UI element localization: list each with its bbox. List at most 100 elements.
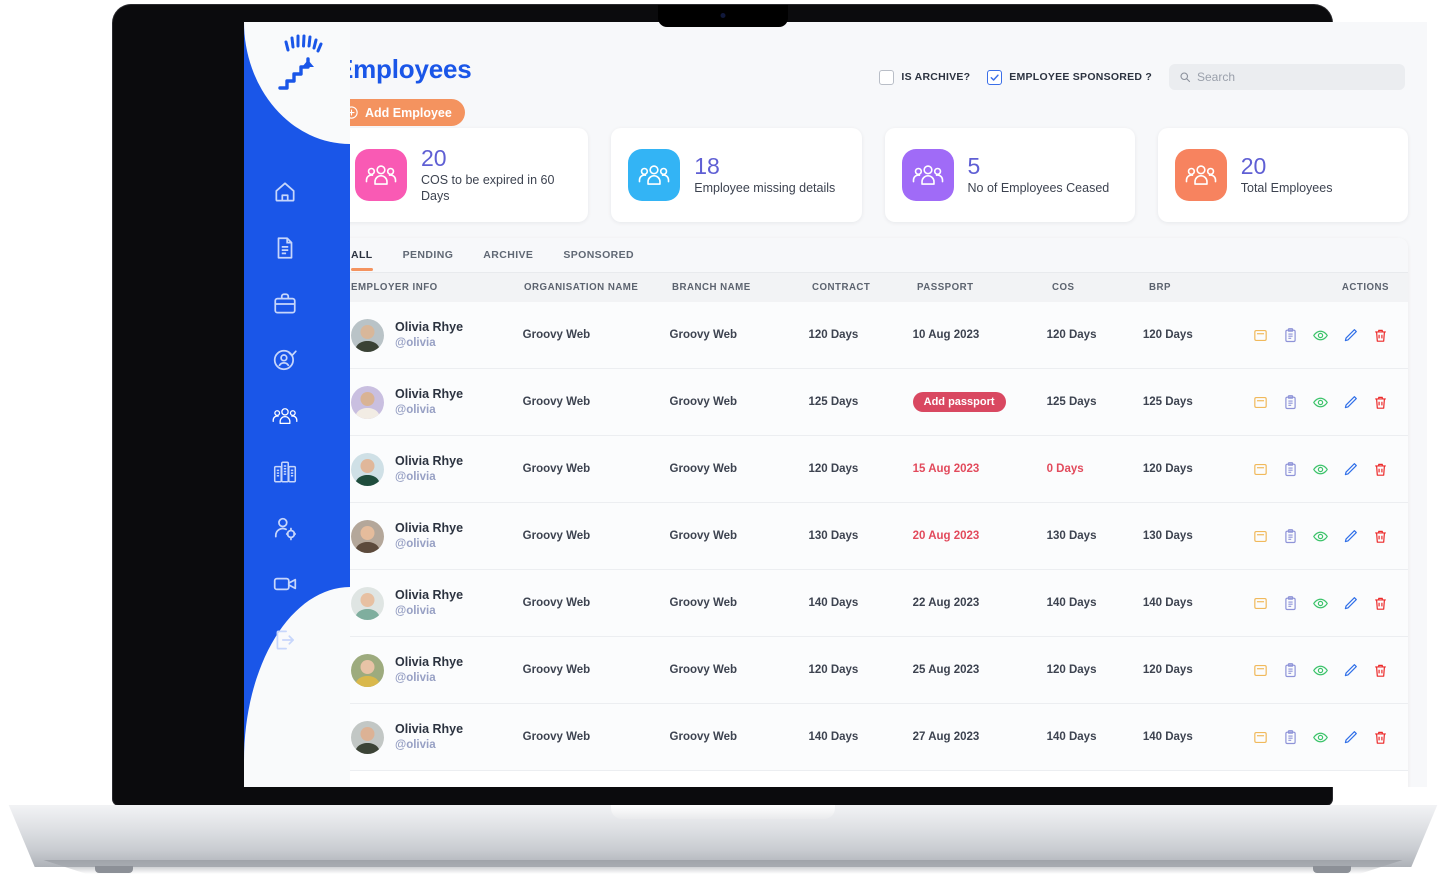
avatar (351, 520, 384, 553)
table-row[interactable]: Olivia Rhye @olivia Groovy Web Groovy We… (338, 704, 1408, 771)
note-icon[interactable] (1252, 729, 1269, 746)
edit-pencil-icon[interactable] (1342, 327, 1359, 344)
passport-value: 27 Aug 2023 (913, 731, 980, 743)
stat-card[interactable]: 18 Employee missing details (611, 128, 861, 222)
edit-pencil-icon[interactable] (1342, 394, 1359, 411)
note-icon[interactable] (1252, 595, 1269, 612)
note-icon[interactable] (1252, 528, 1269, 545)
eye-icon[interactable] (1312, 327, 1329, 344)
search-box[interactable] (1169, 64, 1405, 90)
header-controls: IS ARCHIVE? EMPLOYEE SPONSORED ? (879, 64, 1405, 90)
edit-pencil-icon[interactable] (1342, 662, 1359, 679)
briefcase-icon (272, 291, 298, 317)
eye-icon[interactable] (1312, 662, 1329, 679)
laptop-notch (658, 5, 788, 27)
column-header: ACTIONS (1259, 282, 1408, 293)
table-row[interactable]: Olivia Rhye @olivia Groovy Web Groovy We… (338, 503, 1408, 570)
edit-pencil-icon[interactable] (1342, 595, 1359, 612)
employee-identity: Olivia Rhye @olivia (395, 520, 463, 552)
stat-card-label: Employee missing details (694, 180, 835, 196)
tab-sponsored[interactable]: SPONSORED (563, 249, 634, 268)
edit-pencil-icon[interactable] (1342, 729, 1359, 746)
growth-stairs-arrow-logo-icon[interactable] (274, 32, 346, 94)
note-icon[interactable] (1252, 394, 1269, 411)
eye-icon[interactable] (1312, 394, 1329, 411)
stat-card-label: Total Employees (1241, 180, 1333, 196)
organisation-name-cell: Groovy Web (523, 396, 670, 408)
eye-icon[interactable] (1312, 528, 1329, 545)
sidebar-item-employees[interactable] (263, 394, 307, 438)
note-icon[interactable] (1252, 327, 1269, 344)
employees-table-panel: ALLPENDINGARCHIVESPONSORED EMPLOYER INFO… (338, 238, 1408, 787)
organisation-name-cell: Groovy Web (523, 664, 670, 676)
sidebar-item-logout[interactable] (263, 618, 307, 662)
search-input[interactable] (1197, 70, 1395, 84)
clipboard-icon[interactable] (1282, 461, 1299, 478)
table-row[interactable]: Olivia Rhye @olivia Groovy Web Groovy We… (338, 302, 1408, 369)
table-tabs: ALL PENDING ARCHIVE SPONSORED (338, 238, 1408, 272)
delete-trash-icon[interactable] (1372, 528, 1389, 545)
sidebar-item-jobs[interactable] (263, 282, 307, 326)
people-group-icon (365, 163, 397, 187)
delete-trash-icon[interactable] (1372, 461, 1389, 478)
sidebar-item-payroll[interactable] (263, 450, 307, 494)
add-passport-badge[interactable]: Add passport (913, 392, 1006, 412)
delete-trash-icon[interactable] (1372, 662, 1389, 679)
edit-pencil-icon[interactable] (1342, 461, 1359, 478)
sidebar-item-home[interactable] (263, 170, 307, 214)
sidebar-item-documents[interactable] (263, 226, 307, 270)
contract-cell: 125 Days (808, 396, 912, 408)
delete-trash-icon[interactable] (1372, 327, 1389, 344)
delete-trash-icon[interactable] (1372, 729, 1389, 746)
clipboard-icon[interactable] (1282, 327, 1299, 344)
stat-card[interactable]: 20 COS to be expired in 60 Days (338, 128, 588, 222)
clipboard-icon[interactable] (1282, 595, 1299, 612)
cos-cell: 120 Days (1047, 664, 1143, 676)
laptop-base-shadow (0, 860, 1446, 874)
edit-pencil-icon[interactable] (1342, 528, 1359, 545)
eye-icon[interactable] (1312, 461, 1329, 478)
people-group-icon (272, 403, 298, 429)
add-employee-button[interactable]: Add Employee (336, 99, 465, 126)
contract-cell: 120 Days (808, 463, 912, 475)
stat-card[interactable]: 5 No of Employees Ceased (885, 128, 1135, 222)
logout-icon (272, 627, 298, 653)
column-header: PASSPORT (917, 282, 1052, 293)
employee-sponsored-checkbox-box[interactable] (987, 70, 1002, 85)
is-archive-checkbox[interactable]: IS ARCHIVE? (879, 70, 970, 85)
employee-sponsored-checkbox[interactable]: EMPLOYEE SPONSORED ? (987, 70, 1152, 85)
table-row[interactable]: Olivia Rhye @olivia Groovy Web Groovy We… (338, 369, 1408, 436)
clipboard-icon[interactable] (1282, 729, 1299, 746)
table-row[interactable]: Olivia Rhye @olivia Groovy Web Groovy We… (338, 637, 1408, 704)
delete-trash-icon[interactable] (1372, 394, 1389, 411)
table-row[interactable]: Olivia Rhye @olivia Groovy Web Groovy We… (338, 436, 1408, 503)
eye-icon[interactable] (1312, 595, 1329, 612)
clipboard-icon[interactable] (1282, 662, 1299, 679)
passport-cell: 15 Aug 2023 (913, 463, 1047, 475)
eye-icon[interactable] (1312, 729, 1329, 746)
organisation-name-cell: Groovy Web (523, 329, 670, 341)
sidebar-nav (244, 22, 350, 787)
employee-handle: @olivia (395, 537, 463, 553)
sidebar-item-video[interactable] (263, 562, 307, 606)
note-icon[interactable] (1252, 662, 1269, 679)
cos-cell: 140 Days (1047, 597, 1143, 609)
clipboard-icon[interactable] (1282, 528, 1299, 545)
stat-card[interactable]: 20 Total Employees (1158, 128, 1408, 222)
tab-all[interactable]: ALL (351, 249, 373, 268)
note-icon[interactable] (1252, 461, 1269, 478)
buildings-money-icon (272, 459, 298, 485)
tab-pending[interactable]: PENDING (403, 249, 454, 268)
sidebar-item-user-settings[interactable] (263, 506, 307, 550)
branch-name-cell: Groovy Web (670, 530, 809, 542)
passport-cell: 22 Aug 2023 (913, 597, 1047, 609)
cos-cell: 120 Days (1047, 329, 1143, 341)
tab-archive[interactable]: ARCHIVE (483, 249, 533, 268)
laptop-foot-left (95, 866, 133, 873)
table-row[interactable]: Olivia Rhye @olivia Groovy Web Groovy We… (338, 570, 1408, 637)
employee-identity: Olivia Rhye @olivia (395, 319, 463, 351)
sidebar-item-applicants[interactable] (263, 338, 307, 382)
is-archive-checkbox-box[interactable] (879, 70, 894, 85)
clipboard-icon[interactable] (1282, 394, 1299, 411)
delete-trash-icon[interactable] (1372, 595, 1389, 612)
